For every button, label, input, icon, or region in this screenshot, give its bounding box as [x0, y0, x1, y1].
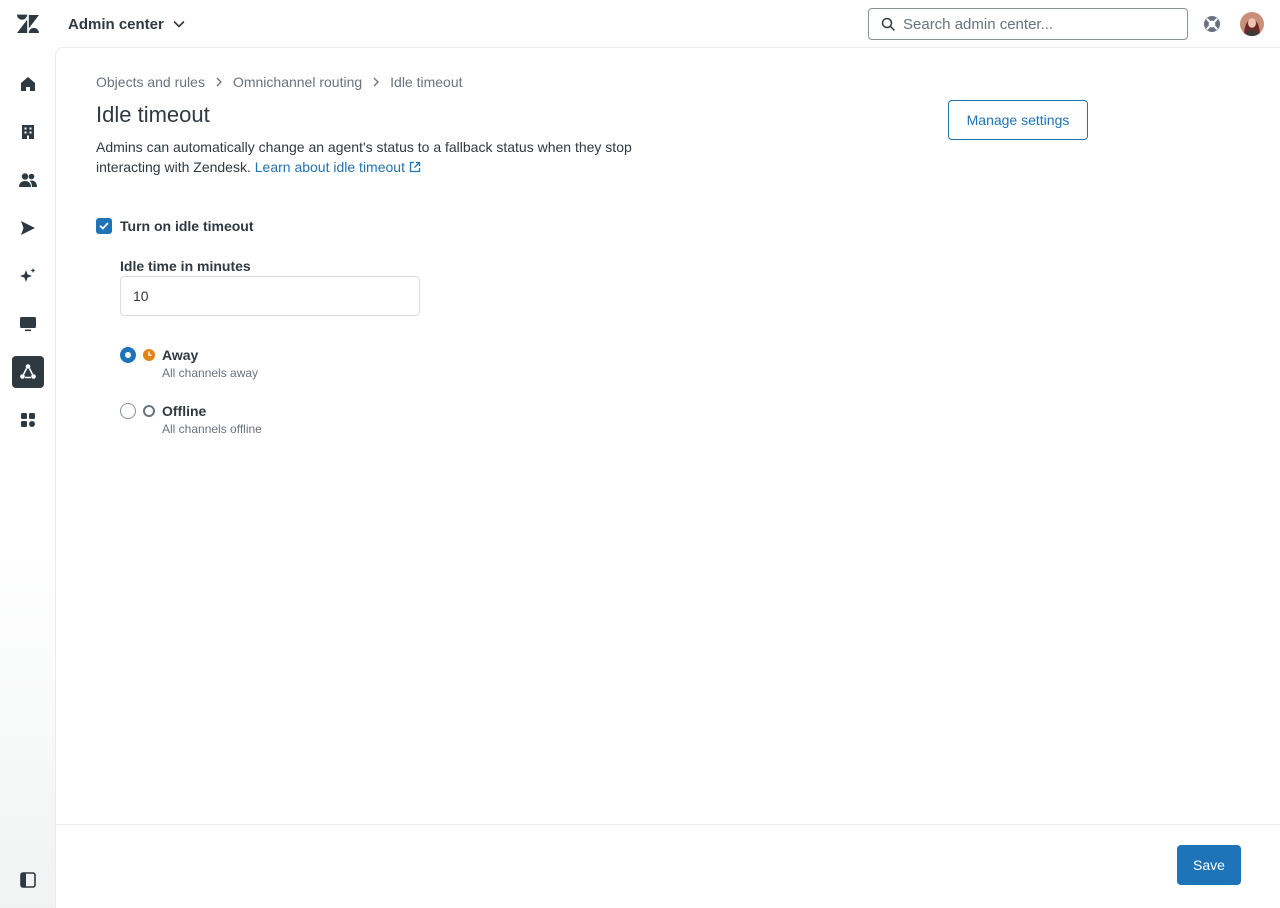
- away-subtitle: All channels away: [162, 366, 259, 380]
- breadcrumb-objects-and-rules[interactable]: Objects and rules: [96, 74, 205, 90]
- radio-option-offline[interactable]: Offline All channels offline: [120, 402, 262, 437]
- main-content: Objects and rules Omnichannel routing Id…: [55, 47, 1280, 908]
- away-clock-icon: [143, 349, 155, 361]
- people-icon: [19, 173, 37, 187]
- avatar-image-icon: [1240, 12, 1264, 36]
- nav-people[interactable]: [12, 164, 44, 196]
- learn-about-idle-timeout-link[interactable]: Learn about idle timeout: [255, 159, 421, 175]
- chevron-right-icon: [370, 76, 382, 88]
- product-name: Admin center: [68, 15, 164, 33]
- offline-option-text: Offline All channels offline: [162, 402, 262, 437]
- objects-rules-icon: [20, 364, 36, 379]
- away-option-text: Away All channels away: [162, 346, 258, 381]
- breadcrumb: Objects and rules Omnichannel routing Id…: [96, 74, 463, 90]
- offline-subtitle: All channels offline: [162, 422, 262, 436]
- monitor-icon: [20, 317, 36, 332]
- idle-time-label: Idle time in minutes: [120, 258, 251, 274]
- offline-status-icon: [143, 405, 155, 417]
- home-icon: [21, 77, 35, 91]
- page-description: Admins can automatically change an agent…: [96, 137, 676, 177]
- manage-settings-button[interactable]: Manage settings: [948, 100, 1088, 140]
- side-navigation: [0, 48, 56, 908]
- top-bar: Admin center: [0, 0, 1280, 48]
- external-link-icon: [409, 161, 421, 173]
- product-switcher[interactable]: Admin center: [68, 14, 186, 34]
- search-box[interactable]: [868, 8, 1188, 40]
- chevron-down-icon: [173, 21, 185, 28]
- zendesk-logo-icon[interactable]: [17, 14, 39, 34]
- checkbox-label: Turn on idle timeout: [120, 218, 254, 234]
- page-title: Idle timeout: [96, 102, 210, 127]
- away-title: Away: [162, 347, 199, 363]
- footer-bar: Save: [56, 824, 1280, 908]
- nav-account[interactable]: [12, 116, 44, 148]
- offline-radio[interactable]: [120, 403, 136, 419]
- collapse-sidebar-icon[interactable]: [18, 870, 38, 890]
- breadcrumb-omnichannel-routing[interactable]: Omnichannel routing: [233, 74, 362, 90]
- checkmark-icon: [99, 222, 109, 230]
- apps-icon: [21, 413, 35, 427]
- idle-time-input[interactable]: [120, 276, 420, 316]
- chevron-right-icon: [213, 76, 225, 88]
- idle-timeout-checkbox[interactable]: [96, 218, 112, 234]
- radio-option-away[interactable]: Away All channels away: [120, 346, 258, 381]
- save-button[interactable]: Save: [1177, 845, 1241, 885]
- nav-apps-and-integrations[interactable]: [12, 404, 44, 436]
- search-icon: [881, 17, 895, 31]
- search-input[interactable]: [903, 15, 1163, 33]
- nav-workspaces[interactable]: [12, 308, 44, 340]
- offline-title: Offline: [162, 403, 207, 419]
- send-icon: [21, 221, 35, 235]
- nav-objects-and-rules[interactable]: [12, 356, 44, 388]
- nav-ai[interactable]: [12, 260, 44, 292]
- idle-timeout-toggle[interactable]: Turn on idle timeout: [96, 218, 254, 234]
- learn-link-text: Learn about idle timeout: [254, 159, 405, 175]
- avatar[interactable]: [1240, 12, 1264, 36]
- away-radio[interactable]: [120, 347, 136, 363]
- help-icon[interactable]: [1202, 14, 1222, 34]
- building-icon: [22, 125, 34, 139]
- sparkle-icon: [20, 268, 36, 282]
- nav-channels[interactable]: [12, 212, 44, 244]
- breadcrumb-current: Idle timeout: [390, 74, 463, 90]
- nav-home[interactable]: [12, 68, 44, 100]
